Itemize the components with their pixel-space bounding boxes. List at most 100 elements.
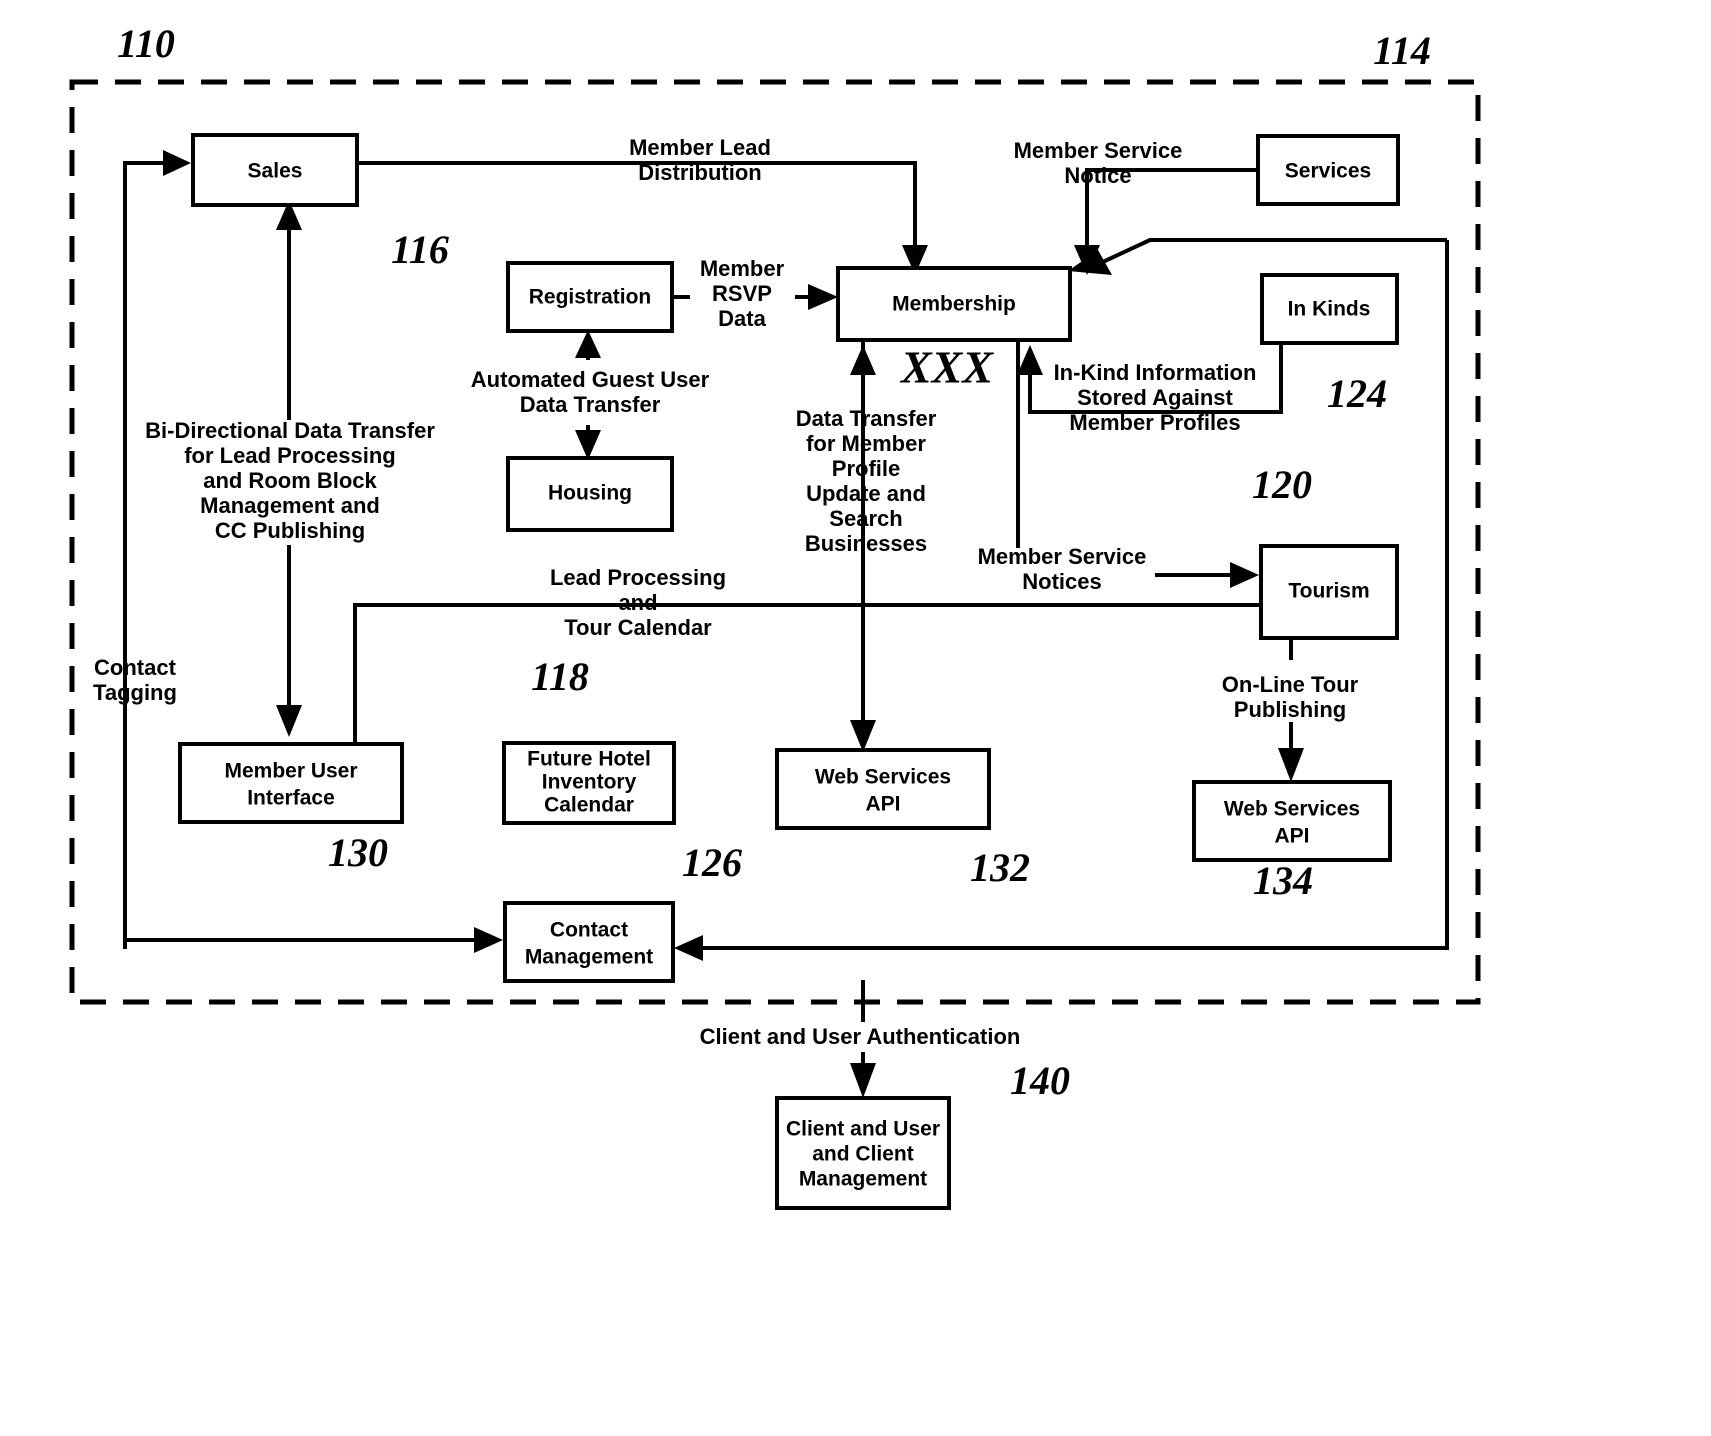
box-contact-management-label-line2: Management: [525, 946, 653, 969]
box-member-user-interface-label-line1: Member User: [224, 760, 357, 783]
ref-numeral-134: 134: [1253, 858, 1313, 903]
edge-label-bi-directional-data-transfer: Bi-Directional Data Transfer for Lead Pr…: [145, 418, 435, 543]
edge-label-member-service-notices-line2: Notices: [1022, 569, 1101, 594]
box-housing[interactable]: Housing: [506, 456, 674, 532]
arrowhead-into-web-services-api-right: [1278, 748, 1304, 782]
edge-label-member-lead-distribution-line1: Member Lead: [629, 135, 771, 160]
box-membership-label: Membership: [892, 293, 1016, 316]
edge-label-data-transfer-line2: for Member: [806, 431, 926, 456]
edge-label-lead-processing-line2: and: [618, 590, 657, 615]
edge-label-contact-tagging-line2: Tagging: [93, 680, 177, 705]
box-future-hotel-inventory-calendar[interactable]: Future Hotel Inventory Calendar: [502, 741, 676, 825]
edge-label-member-rsvp-data: Member RSVP Data: [700, 256, 785, 331]
edge-label-data-transfer-line4: Update and: [806, 481, 926, 506]
edge-label-in-kind-information-line2: Stored Against: [1077, 385, 1233, 410]
edge-label-member-service-notices: Member Service Notices: [978, 544, 1147, 594]
box-services[interactable]: Services: [1256, 134, 1400, 206]
edge-label-data-transfer-line6: Businesses: [805, 531, 927, 556]
system-block-diagram: Sales Services Registration Membership I…: [69, 21, 1481, 1210]
edge-label-contact-tagging: Contact Tagging: [93, 655, 177, 705]
edge-label-data-transfer-line3: Profile: [832, 456, 900, 481]
box-registration-label: Registration: [529, 286, 652, 309]
arrowhead-into-contact-management-right: [674, 935, 703, 961]
edge-label-member-service-notices-line1: Member Service: [978, 544, 1147, 569]
diagram-canvas: Sales Services Registration Membership I…: [0, 0, 1711, 1436]
edge-label-bidirectional-line5: CC Publishing: [215, 518, 365, 543]
ref-numeral-110: 110: [117, 21, 175, 66]
edge-label-lead-processing-and-tour-calendar: Lead Processing and Tour Calendar: [550, 565, 726, 640]
box-client-and-user-and-client-management[interactable]: Client and User and Client Management: [775, 1096, 951, 1210]
box-future-hotel-label-line1: Future Hotel: [527, 748, 651, 771]
box-tourism[interactable]: Tourism: [1259, 544, 1399, 640]
box-web-services-api-center-label-line1: Web Services: [815, 766, 951, 789]
arrowhead-into-web-services-api-center: [850, 720, 876, 752]
edge-label-automated-guest-user-data-transfer: Automated Guest User Data Transfer: [471, 367, 710, 417]
edge-label-member-rsvp-data-line2: RSVP: [712, 281, 772, 306]
box-client-user-label-line1: Client and User: [786, 1118, 940, 1141]
edge-label-data-transfer-line1: Data Transfer: [796, 406, 937, 431]
box-contact-management[interactable]: Contact Management: [503, 901, 675, 983]
box-in-kinds-label: In Kinds: [1288, 298, 1371, 321]
box-in-kinds[interactable]: In Kinds: [1260, 273, 1399, 345]
arrowhead-into-client-user-management: [850, 1063, 876, 1098]
edge-label-bidirectional-line1: Bi-Directional Data Transfer: [145, 418, 435, 443]
edge-label-on-line-tour-publishing-line2: Publishing: [1234, 697, 1346, 722]
edge-label-in-kind-information-line1: In-Kind Information: [1054, 360, 1257, 385]
annotation-xxx: XXX: [899, 342, 994, 393]
box-future-hotel-label-line2: Inventory: [542, 771, 637, 794]
edge-label-in-kind-information-line3: Member Profiles: [1069, 410, 1240, 435]
arrowhead-into-membership-rsvp: [808, 284, 838, 310]
edge-label-data-transfer-line5: Search: [829, 506, 902, 531]
ref-numeral-140: 140: [1010, 1058, 1070, 1103]
edge-label-member-service-notice-line1: Member Service: [1014, 138, 1183, 163]
box-client-user-label-line3: Management: [799, 1168, 927, 1191]
connector-member-ui-to-tourism-lead-processing: [353, 603, 1261, 745]
edge-label-data-transfer-for-member-profile: Data Transfer for Member Profile Update …: [796, 406, 937, 556]
ref-numeral-114: 114: [1373, 28, 1431, 73]
ref-numeral-126: 126: [682, 840, 742, 885]
box-web-services-api-center[interactable]: Web Services API: [775, 748, 991, 830]
edge-label-member-service-notice: Member Service Notice: [1014, 138, 1183, 188]
box-sales-label: Sales: [248, 160, 303, 183]
connector-layer: [123, 150, 1449, 1098]
arrowhead-into-contact-management-left: [474, 927, 503, 953]
box-future-hotel-label-line3: Calendar: [544, 794, 634, 817]
edge-label-lead-processing-line3: Tour Calendar: [564, 615, 712, 640]
edge-label-layer: Member Lead Distribution Member Service …: [93, 135, 1359, 1049]
edge-label-automated-guest-line2: Data Transfer: [520, 392, 661, 417]
edge-label-client-and-user-authentication: Client and User Authentication: [700, 1024, 1021, 1049]
arrowhead-into-member-user-interface: [276, 705, 302, 737]
edge-label-member-lead-distribution-line2: Distribution: [638, 160, 761, 185]
edge-label-automated-guest-line1: Automated Guest User: [471, 367, 710, 392]
edge-label-client-user-authentication-line1: Client and User Authentication: [700, 1024, 1021, 1049]
edge-label-member-rsvp-data-line3: Data: [718, 306, 766, 331]
ref-numeral-118: 118: [531, 654, 589, 699]
arrowhead-into-housing-top: [575, 430, 601, 460]
arrowhead-into-membership-in-kind: [1017, 345, 1043, 375]
edge-label-member-rsvp-data-line1: Member: [700, 256, 785, 281]
edge-label-lead-processing-line1: Lead Processing: [550, 565, 726, 590]
box-web-services-api-right-label-line1: Web Services: [1224, 798, 1360, 821]
arrowhead-into-tourism: [1230, 562, 1259, 588]
box-registration[interactable]: Registration: [506, 261, 674, 333]
box-member-user-interface[interactable]: Member User Interface: [178, 742, 404, 824]
box-member-user-interface-label-line2: Interface: [247, 787, 335, 810]
box-services-label: Services: [1285, 160, 1371, 183]
edge-label-bidirectional-line4: Management and: [200, 493, 380, 518]
edge-label-on-line-tour-publishing: On-Line Tour Publishing: [1222, 672, 1359, 722]
edge-label-member-lead-distribution: Member Lead Distribution: [629, 135, 771, 185]
connector-contact-management-to-sales: [123, 161, 165, 949]
ref-numeral-130: 130: [328, 830, 388, 875]
edge-label-contact-tagging-line1: Contact: [94, 655, 177, 680]
box-sales[interactable]: Sales: [191, 133, 359, 207]
box-tourism-label: Tourism: [1288, 580, 1369, 603]
arrowhead-into-registration-bottom: [575, 330, 601, 358]
box-membership[interactable]: Membership: [836, 266, 1072, 342]
box-web-services-api-center-label-line2: API: [865, 793, 900, 816]
box-contact-management-label-line1: Contact: [550, 919, 628, 942]
box-web-services-api-right[interactable]: Web Services API: [1192, 780, 1392, 862]
edge-label-bidirectional-line2: for Lead Processing: [184, 443, 396, 468]
ref-numeral-124: 124: [1327, 371, 1387, 416]
edge-label-bidirectional-line3: and Room Block: [203, 468, 377, 493]
box-web-services-api-right-label-line2: API: [1274, 825, 1309, 848]
